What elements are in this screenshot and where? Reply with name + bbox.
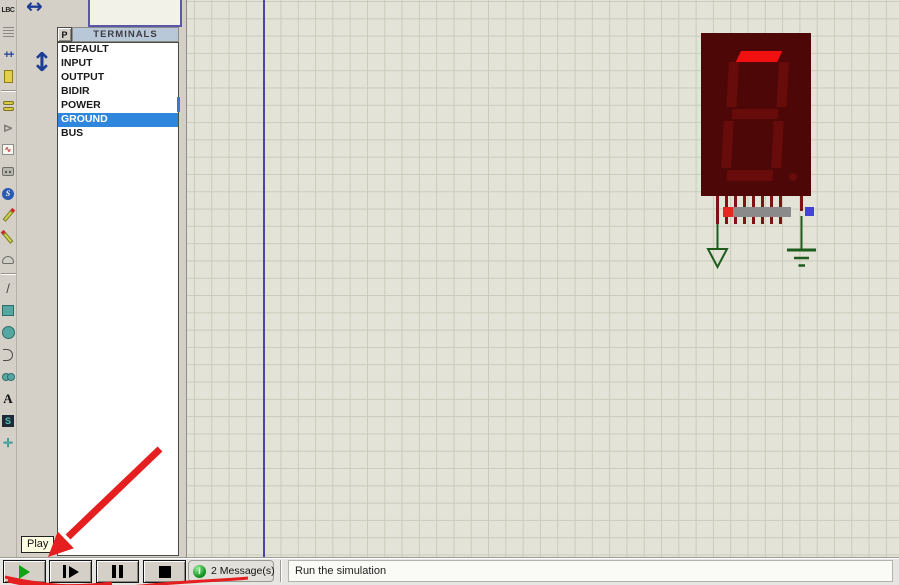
junction-glyph: ++ (4, 49, 13, 61)
mirror-vertical-icon[interactable]: ↕ (31, 48, 53, 78)
terminal-list-item[interactable]: BIDIR (58, 85, 178, 99)
pause-icon (112, 565, 116, 578)
path-glyph (2, 373, 15, 381)
statusbar-divider (280, 560, 282, 582)
text-script-mode-icon[interactable] (1, 24, 16, 41)
bus-entry-marker (723, 207, 733, 217)
segment-f (726, 62, 738, 107)
terminal-list-item[interactable]: DEFAULT (58, 43, 178, 57)
segment-g (732, 109, 779, 119)
display-pin (716, 196, 719, 224)
terminal-glyph (3, 101, 14, 111)
schematic-canvas[interactable] (186, 0, 899, 557)
status-text: Run the simulation (295, 565, 386, 577)
line-glyph: / (6, 281, 10, 296)
arc-glyph (3, 349, 13, 361)
pause-icon (119, 565, 123, 578)
segment-b (776, 62, 788, 107)
status-message-panel: Run the simulation (288, 560, 893, 582)
current-probe-mode-icon[interactable] (1, 229, 16, 246)
pick-devices-button[interactable]: P (57, 27, 72, 42)
terminal-list-item[interactable]: POWER (58, 99, 178, 113)
stop-button[interactable] (143, 560, 186, 583)
generator-mode-icon[interactable]: S (1, 185, 16, 202)
orientation-controls: ↔ ↕ (18, 0, 56, 557)
tape-glyph (2, 167, 14, 176)
bus-segment[interactable] (733, 207, 791, 217)
toolbar-divider (1, 90, 16, 92)
wire-label-mode-icon[interactable]: LBC (1, 2, 16, 19)
circle-glyph (2, 326, 15, 339)
2d-path-tool-icon[interactable] (1, 368, 16, 385)
pause-button[interactable] (96, 560, 139, 583)
toolbar-divider (1, 273, 16, 275)
scrollbar-sliver (177, 97, 180, 112)
symbol-glyph: S (2, 415, 14, 427)
info-icon: i (193, 565, 206, 578)
segment-decimal-point (789, 173, 797, 181)
2d-arc-tool-icon[interactable] (1, 346, 16, 363)
2d-box-tool-icon[interactable] (1, 302, 16, 319)
play-button-tooltip: Play (21, 536, 54, 553)
generator-glyph: S (2, 188, 14, 200)
terminal-list-item[interactable]: INPUT (58, 57, 178, 71)
segment-d (727, 170, 774, 181)
junction-dot-mode-icon[interactable]: ++ (1, 46, 16, 63)
voltage-probe-glyph (3, 210, 14, 222)
proteus-window: LBC ++ ⊳ ∿ S / A S ✛ ↔ ↕ P TERMINALS (0, 0, 899, 585)
text-glyph: A (3, 391, 12, 407)
segment-c (771, 121, 783, 168)
2d-line-tool-icon[interactable]: / (1, 280, 16, 297)
animation-control-bar: i 2 Message(s) Run the simulation (0, 557, 899, 585)
terminal-list-item[interactable]: OUTPUT (58, 71, 178, 85)
terminals-mode-icon[interactable] (1, 97, 16, 114)
2d-text-tool-icon[interactable]: A (1, 390, 16, 407)
sheet-border-line (263, 0, 265, 557)
meter-glyph (2, 256, 14, 264)
graph-mode-icon[interactable]: ∿ (1, 141, 16, 158)
wire-label-glyph: LBC (2, 7, 15, 14)
device-pin-mode-icon[interactable]: ⊳ (1, 119, 16, 136)
2d-circle-tool-icon[interactable] (1, 324, 16, 341)
text-lines-glyph (3, 27, 14, 38)
terminals-list[interactable]: DEFAULT INPUT OUTPUT BIDIR POWER GROUND … (57, 42, 179, 556)
object-selector-panel: P TERMINALS DEFAULT INPUT OUTPUT BIDIR P… (56, 0, 182, 557)
box-glyph (2, 305, 14, 316)
step-bar-icon (63, 565, 66, 578)
step-button[interactable] (49, 560, 92, 583)
display-pin-common (800, 196, 803, 211)
step-triangle-icon (69, 566, 79, 578)
segment-a-lit (736, 51, 783, 62)
voltage-probe-mode-icon[interactable] (1, 207, 16, 224)
terminal-list-item[interactable]: GROUND (58, 113, 178, 127)
object-preview-pane (88, 0, 182, 27)
tape-recorder-mode-icon[interactable] (1, 163, 16, 180)
stop-icon (159, 566, 171, 578)
subcircuit-mode-icon[interactable] (1, 68, 16, 85)
mirror-horizontal-icon[interactable]: ↔ (26, 0, 43, 18)
seven-segment-digit (717, 48, 794, 183)
2d-symbol-tool-icon[interactable]: S (1, 412, 16, 429)
current-probe-glyph (3, 232, 14, 244)
play-button[interactable] (3, 560, 46, 583)
selector-header: TERMINALS (72, 27, 179, 42)
message-counter[interactable]: i 2 Message(s) (188, 560, 274, 582)
marker-glyph: ✛ (3, 436, 13, 450)
segment-e (721, 121, 733, 168)
play-icon (19, 565, 30, 579)
virtual-instrument-mode-icon[interactable] (1, 251, 16, 268)
2d-marker-tool-icon[interactable]: ✛ (1, 434, 16, 451)
subcircuit-glyph (4, 70, 13, 83)
device-pin-glyph: ⊳ (3, 121, 13, 135)
terminal-list-item[interactable]: BUS (58, 127, 178, 141)
seven-segment-display[interactable] (701, 33, 811, 196)
mode-toolbar: LBC ++ ⊳ ∿ S / A S ✛ (0, 0, 17, 557)
graph-glyph: ∿ (2, 144, 14, 155)
message-count-text: 2 Message(s) (211, 565, 275, 577)
terminal-marker (805, 207, 814, 216)
ground-terminal-icon[interactable] (708, 249, 727, 267)
